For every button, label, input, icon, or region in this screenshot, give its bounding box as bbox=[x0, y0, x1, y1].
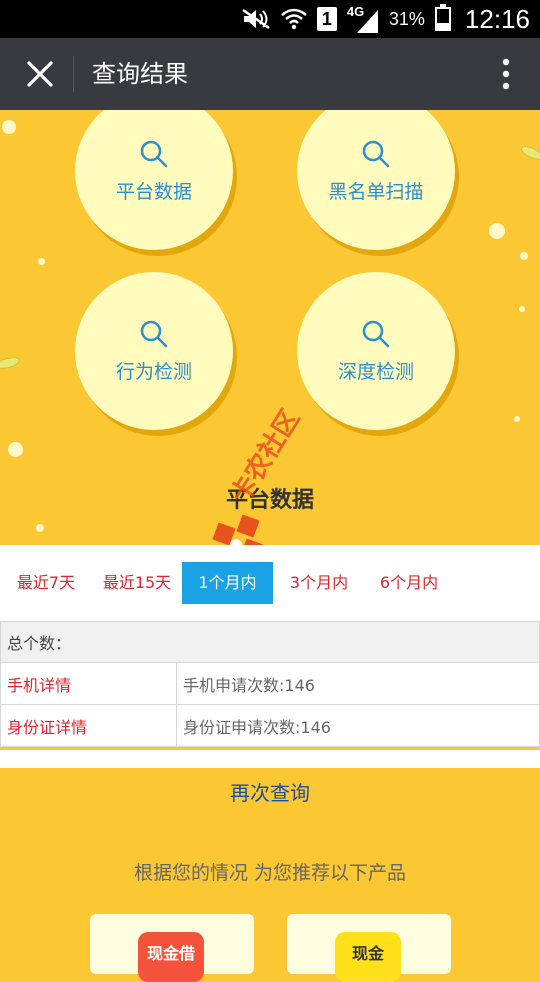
decor-dot bbox=[38, 258, 45, 265]
id-card-application-count: 身份证申请次数:146 bbox=[177, 705, 540, 746]
product-logo: 现金 bbox=[335, 932, 401, 982]
recommend-text: 根据您的情况 为您推荐以下产品 bbox=[133, 862, 407, 884]
query-options-area: 平台数据 黑名单扫描 行为检测 深度检测 平台数据 bbox=[0, 110, 540, 545]
query-option-label: 行为检测 bbox=[115, 360, 192, 383]
id-card-details-link[interactable]: 身份证详情 bbox=[0, 705, 177, 746]
decor-dot bbox=[519, 306, 525, 312]
decor-dot bbox=[2, 120, 16, 134]
decor-leaf bbox=[519, 143, 540, 163]
query-option-label: 深度检测 bbox=[337, 360, 414, 383]
decor-dot bbox=[520, 252, 528, 260]
tab-period-2[interactable]: 1个月内 bbox=[182, 562, 273, 604]
decor-dot bbox=[489, 223, 505, 239]
tab-period-1[interactable]: 最近15天 bbox=[92, 562, 182, 604]
query-option-behavior-check[interactable]: 行为检测 bbox=[75, 272, 233, 430]
query-option-blacklist-scan[interactable]: 黑名单扫描 bbox=[297, 110, 455, 250]
summary-table: 总个数： 手机详情 手机申请次数:146 身份证详情 身份证申请次数:146 bbox=[0, 621, 540, 747]
query-option-platform-data[interactable]: 平台数据 bbox=[75, 110, 233, 250]
product-logo-text: 现金 bbox=[351, 944, 384, 963]
sim-slot-badge: 1 bbox=[316, 7, 337, 31]
product-logo-text: 现金借 bbox=[146, 944, 195, 963]
separator-strip bbox=[0, 750, 540, 768]
status-icons: 1 4G 31% 12:16 bbox=[241, 0, 530, 38]
tab-period-3[interactable]: 3个月内 bbox=[273, 562, 365, 604]
requery-button[interactable]: 再次查询 bbox=[0, 768, 540, 818]
battery-icon bbox=[434, 4, 451, 31]
wifi-icon bbox=[281, 8, 307, 30]
cellular-signal-icon: 4G bbox=[347, 4, 379, 34]
query-option-label: 平台数据 bbox=[115, 180, 192, 203]
page-title: 查询结果 bbox=[92, 60, 188, 88]
search-icon bbox=[362, 320, 390, 347]
tab-period-0[interactable]: 最近7天 bbox=[0, 562, 92, 604]
table-header-row: 总个数： bbox=[0, 621, 540, 663]
app-bar: 查询结果 bbox=[0, 38, 540, 110]
search-icon bbox=[140, 140, 168, 167]
more-options-button[interactable] bbox=[494, 56, 518, 92]
decor-dot bbox=[36, 524, 44, 532]
battery-percent: 31% bbox=[388, 8, 425, 29]
period-tabs: 最近7天 最近15天 1个月内 3个月内 6个月内 bbox=[0, 545, 540, 621]
search-icon bbox=[140, 320, 168, 347]
decor-dot bbox=[514, 416, 520, 422]
product-card[interactable]: 现金 bbox=[287, 914, 451, 982]
phone-details-link[interactable]: 手机详情 bbox=[0, 663, 177, 704]
decor-leaf bbox=[0, 355, 21, 371]
mute-icon bbox=[241, 8, 271, 30]
table-row: 手机详情 手机申请次数:146 bbox=[0, 663, 540, 705]
status-bar: 1 4G 31% 12:16 bbox=[0, 0, 540, 38]
query-option-deep-check[interactable]: 深度检测 bbox=[297, 272, 455, 430]
section-title: 平台数据 bbox=[225, 488, 314, 513]
query-option-label: 黑名单扫描 bbox=[328, 180, 424, 203]
search-icon bbox=[362, 140, 390, 167]
product-card[interactable]: 现金借 bbox=[90, 914, 254, 982]
decor-dot bbox=[8, 442, 23, 457]
more-vertical-icon bbox=[502, 58, 510, 90]
tab-period-4[interactable]: 6个月内 bbox=[365, 562, 453, 604]
table-row: 身份证详情 身份证申请次数:146 bbox=[0, 705, 540, 747]
phone-application-count: 手机申请次数:146 bbox=[177, 663, 540, 704]
clock: 12:16 bbox=[464, 3, 530, 34]
app-bar-divider bbox=[73, 56, 74, 92]
close-icon bbox=[27, 61, 53, 87]
product-logo: 现金借 bbox=[138, 932, 204, 982]
total-count-label: 总个数： bbox=[0, 622, 540, 662]
close-button[interactable] bbox=[20, 54, 60, 94]
